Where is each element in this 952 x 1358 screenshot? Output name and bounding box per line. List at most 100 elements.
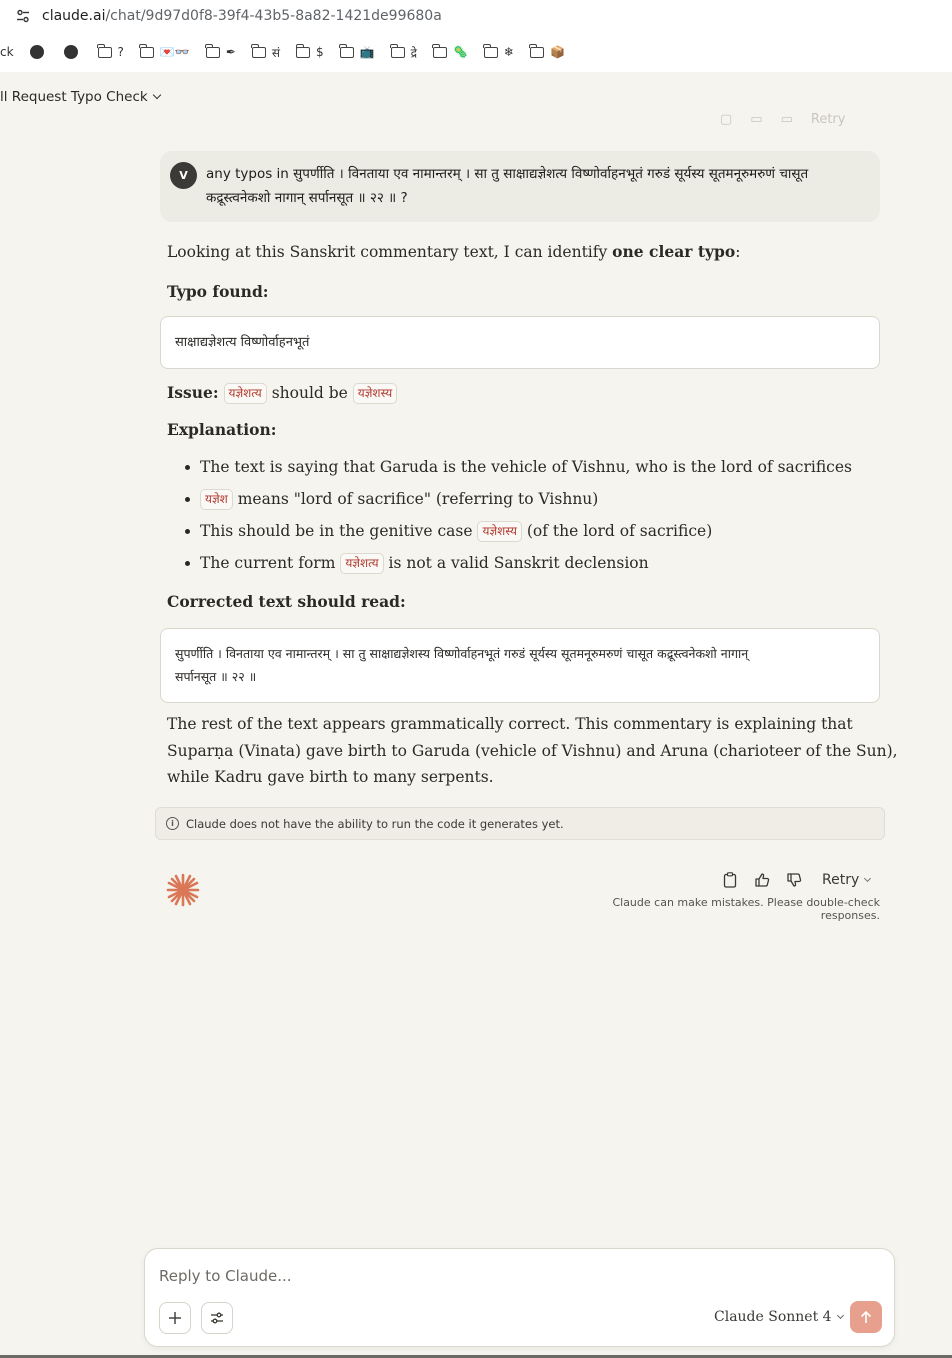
- code-execution-notice: i Claude does not have the ability to ru…: [155, 807, 885, 840]
- inline-code: यज्ञेशत्य: [340, 553, 384, 574]
- retry-button[interactable]: Retry: [822, 872, 872, 888]
- globe-icon: [29, 45, 44, 59]
- bookmark-folder[interactable]: ?: [97, 43, 124, 59]
- bookmark-item[interactable]: [63, 45, 82, 59]
- add-attachment-button[interactable]: [159, 1302, 191, 1334]
- issue-label: Issue:: [167, 383, 219, 402]
- closing-paragraph: The rest of the text appears grammatical…: [167, 711, 898, 791]
- code-text: साक्षाद्यज्ञेशत्य विष्णोर्वाहनभूतं: [175, 335, 310, 350]
- bookmark-label: 📺: [359, 45, 375, 59]
- bookmark-label: ?: [117, 45, 124, 59]
- globe-icon: [63, 45, 78, 59]
- bookmark-item[interactable]: ck: [0, 45, 14, 59]
- issue-line: Issue: यज्ञेशत्य should be यज्ञेशस्य: [167, 381, 879, 405]
- thumbs-down-icon[interactable]: ▭: [781, 112, 793, 126]
- reply-input[interactable]: [159, 1263, 859, 1289]
- text: The current form: [200, 554, 341, 572]
- heading: Explanation:: [167, 420, 277, 439]
- sliders-icon: [211, 1312, 223, 1324]
- claude-logo-icon: [166, 873, 200, 907]
- bookmark-folder[interactable]: ✒: [205, 43, 236, 59]
- text: This should be in the genitive case: [200, 522, 478, 540]
- send-button[interactable]: [850, 1301, 882, 1333]
- reply-composer: Claude Sonnet 4: [144, 1248, 895, 1347]
- bookmark-label: $: [316, 45, 324, 59]
- text: Looking at this Sanskrit commentary text…: [167, 243, 613, 261]
- list-item: यज्ञेश means "lord of sacrifice" (referr…: [180, 483, 880, 515]
- tools-button[interactable]: [201, 1302, 233, 1334]
- bookmark-folder[interactable]: 💌👓: [139, 43, 190, 59]
- model-selector[interactable]: Claude Sonnet 4: [714, 1307, 844, 1327]
- avatar: V: [170, 162, 197, 189]
- explanation-list: The text is saying that Garuda is the ve…: [180, 451, 880, 579]
- folder-icon: [205, 43, 220, 58]
- user-message: V any typos in सुपर्णीति । विनताया एव ना…: [160, 151, 880, 222]
- thumbs-up-icon[interactable]: [752, 870, 772, 890]
- list-item: The text is saying that Garuda is the ve…: [180, 451, 880, 483]
- bookmark-folder[interactable]: 📺: [339, 43, 375, 59]
- folder-icon: [432, 43, 447, 58]
- bookmark-folder[interactable]: 📦: [529, 43, 565, 59]
- bookmark-folder[interactable]: सं: [251, 43, 280, 61]
- folder-icon: [139, 43, 154, 58]
- thumbs-up-icon[interactable]: ▭: [750, 112, 762, 126]
- bookmark-label: 💌👓: [159, 45, 190, 59]
- typo-heading: Typo found:: [167, 281, 879, 303]
- url-path: /chat/9d97d0f8-39f4-43b5-8a82-1421de9968…: [105, 8, 442, 24]
- text-line: The rest of the text appears grammatical…: [167, 715, 853, 733]
- previous-message-actions: ▢ ▭ ▭ Retry: [720, 112, 845, 126]
- list-item: This should be in the genitive case यज्ञ…: [180, 515, 880, 547]
- text-line: Suparṇa (Vinata) gave birth to Garuda (v…: [167, 741, 898, 760]
- code-line: सुपर्णीति । विनताया एव नामान्तरम् । सा त…: [175, 646, 749, 661]
- text: means "lord of sacrifice" (referring to …: [232, 490, 599, 508]
- notice-text: Claude does not have the ability to run …: [186, 816, 564, 831]
- bookmark-folder[interactable]: ❄: [483, 43, 514, 59]
- copy-icon[interactable]: ▢: [720, 112, 732, 126]
- chat-title-dropdown[interactable]: ll Request Typo Check: [0, 88, 161, 106]
- text: The text is saying that Garuda is the ve…: [200, 458, 852, 476]
- message-actions: Retry: [720, 870, 872, 890]
- folder-icon: [529, 43, 544, 58]
- folder-icon: [390, 43, 405, 58]
- user-message-line: any typos in सुपर्णीति । विनताया एव नामा…: [206, 166, 809, 182]
- info-icon: i: [166, 817, 179, 830]
- disclaimer: Claude can make mistakes. Please double-…: [612, 896, 880, 922]
- bookmark-item[interactable]: [29, 45, 48, 59]
- arrow-up-icon: [860, 1310, 872, 1323]
- bookmark-label: सं: [271, 45, 280, 60]
- folder-icon: [339, 43, 354, 58]
- user-message-line: कद्रूस्त्वनेकशो नागान् सर्पानसूत ॥ २२ ॥ …: [206, 190, 408, 206]
- thumbs-down-icon[interactable]: [784, 870, 804, 890]
- bookmark-label: 🦠: [452, 45, 468, 59]
- heading: Corrected text should read:: [167, 592, 406, 611]
- copy-icon[interactable]: [720, 870, 740, 890]
- corrected-heading: Corrected text should read:: [167, 591, 879, 613]
- bookmark-label: ✒: [225, 45, 236, 59]
- explanation-heading: Explanation:: [167, 419, 879, 441]
- text: :: [735, 243, 741, 261]
- chat-title: ll Request Typo Check: [0, 89, 148, 105]
- text: is not a valid Sanskrit declension: [383, 554, 649, 572]
- text: should be: [266, 384, 353, 402]
- site-settings-icon[interactable]: [12, 5, 34, 27]
- bookmarks-bar: ck ? 💌👓 ✒ सं $ 📺 द्रे 🦠 ❄ 📦: [0, 32, 952, 72]
- retry-label: Retry: [822, 872, 860, 888]
- bookmark-folder[interactable]: $: [295, 43, 324, 59]
- text: (of the lord of sacrifice): [521, 522, 713, 540]
- bookmark-folder[interactable]: द्रे: [390, 43, 417, 61]
- chevron-down-icon: [864, 874, 872, 882]
- bookmark-folder[interactable]: 🦠: [432, 43, 468, 59]
- bookmark-label: ck: [0, 45, 14, 59]
- folder-icon: [295, 43, 310, 58]
- corrected-code-block[interactable]: सुपर्णीति । विनताया एव नामान्तरम् । सा त…: [160, 628, 880, 703]
- inline-code: यज्ञेशस्य: [477, 521, 522, 542]
- retry-label[interactable]: Retry: [811, 112, 846, 126]
- heading: Typo found:: [167, 282, 269, 301]
- model-name: Claude Sonnet 4: [714, 1309, 832, 1325]
- plus-icon: [169, 1312, 181, 1324]
- chevron-down-icon: [152, 90, 161, 100]
- address-bar[interactable]: claude.ai/chat/9d97d0f8-39f4-43b5-8a82-1…: [0, 0, 952, 32]
- inline-code: यज्ञेशत्य: [223, 383, 267, 404]
- code-block[interactable]: साक्षाद्यज्ञेशत्य विष्णोर्वाहनभूतं: [160, 316, 880, 369]
- folder-icon: [251, 43, 266, 58]
